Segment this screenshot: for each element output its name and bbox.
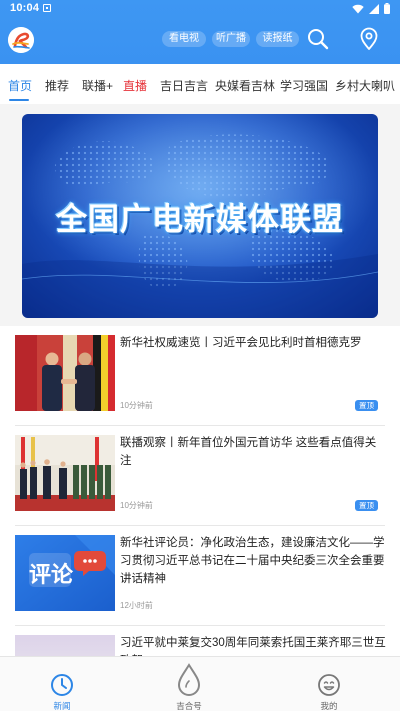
read-newspaper-button[interactable]: 读报纸 xyxy=(256,31,299,47)
nav-jihehao[interactable]: 吉合号 xyxy=(149,657,229,711)
listen-radio-button[interactable]: 听广播 xyxy=(212,31,250,47)
tab-xuexi-qiangguo[interactable]: 学习强国 xyxy=(280,77,328,94)
app-logo[interactable] xyxy=(8,27,34,53)
status-time: 10:04 xyxy=(10,2,40,14)
nav-news-label: 新闻 xyxy=(53,701,71,711)
bottom-nav: 新闻 吉合号 我的 xyxy=(0,656,400,711)
news-list: 新华社权威速览丨习近平会见比利时首相德克罗 10分钟前 置顶 联播观察丨新年首位… xyxy=(0,326,400,656)
pinned-badge: 置顶 xyxy=(355,500,378,511)
news-thumbnail xyxy=(15,435,115,511)
news-item[interactable]: 联播观察丨新年首位外国元首访华 这些看点值得关注 10分钟前 置顶 xyxy=(0,426,400,526)
nav-jihehao-label: 吉合号 xyxy=(176,701,202,711)
news-thumbnail: 评论 xyxy=(15,535,115,611)
news-title: 习近平就中莱复交30周年同莱索托国王莱齐耶三世互致贺 xyxy=(120,637,386,656)
clock-icon xyxy=(51,674,73,696)
tab-central-media-jilin[interactable]: 央媒看吉林 xyxy=(215,77,275,94)
banner-area: 全国广电新媒体联盟 xyxy=(0,104,400,324)
app-header: 10:04 看电视 听广播 读报纸 xyxy=(0,0,400,64)
thumb-comment-text: 评论 xyxy=(29,562,74,588)
wifi-icon xyxy=(352,4,364,13)
search-icon[interactable] xyxy=(306,27,330,51)
tab-jiri-jiyan[interactable]: 吉日吉言 xyxy=(160,77,208,94)
cell-signal-icon xyxy=(369,3,379,14)
news-item[interactable]: 习近平就中莱复交30周年同莱索托国王莱齐耶三世互致贺 xyxy=(0,626,400,656)
category-tabs: 首页 推荐 联播+ 直播 吉日吉言 央媒看吉林 学习强国 乡村大喇叭 xyxy=(0,64,400,104)
watch-tv-button[interactable]: 看电视 xyxy=(162,31,206,47)
news-time: 12小时前 xyxy=(120,601,153,610)
smiley-icon xyxy=(318,674,340,696)
news-title: 新华社权威速览丨习近平会见比利时首相德克罗 xyxy=(120,337,362,349)
news-title: 新华社评论员：净化政治生态，建设廉洁文化——学习贯彻习近平总书记在二十届中央纪委… xyxy=(120,537,385,585)
status-bar: 10:04 xyxy=(0,0,400,18)
battery-icon xyxy=(384,3,390,14)
tab-recommend[interactable]: 推荐 xyxy=(45,77,69,94)
tab-live[interactable]: 直播 xyxy=(123,77,147,94)
notification-icon xyxy=(43,4,51,12)
tab-home[interactable]: 首页 xyxy=(8,77,32,94)
nav-profile-label: 我的 xyxy=(320,701,338,711)
news-item[interactable]: 新华社权威速览丨习近平会见比利时首相德克罗 10分钟前 置顶 xyxy=(0,326,400,426)
news-time: 10分钟前 xyxy=(120,401,153,410)
nav-profile[interactable]: 我的 xyxy=(289,657,369,711)
news-item[interactable]: 评论 新华社评论员：净化政治生态，建设廉洁文化——学习贯彻习近平总书记在二十届中… xyxy=(0,526,400,626)
app-logo-icon xyxy=(8,27,34,53)
news-thumbnail xyxy=(15,335,115,411)
active-tab-indicator xyxy=(9,99,29,101)
tab-lianbo[interactable]: 联播+ xyxy=(82,77,113,94)
location-pin-icon[interactable] xyxy=(357,27,381,51)
nav-news[interactable]: 新闻 xyxy=(22,657,102,711)
droplet-icon xyxy=(177,663,201,696)
news-title: 联播观察丨新年首位外国元首访华 这些看点值得关注 xyxy=(120,437,377,467)
tab-village-loudspeaker[interactable]: 乡村大喇叭 xyxy=(335,77,395,94)
news-thumbnail xyxy=(15,635,115,656)
banner-title: 全国广电新媒体联盟 xyxy=(56,202,344,238)
news-time: 10分钟前 xyxy=(120,501,153,510)
pinned-badge: 置顶 xyxy=(355,400,378,411)
status-icons xyxy=(352,3,390,14)
banner[interactable]: 全国广电新媒体联盟 xyxy=(22,114,378,318)
